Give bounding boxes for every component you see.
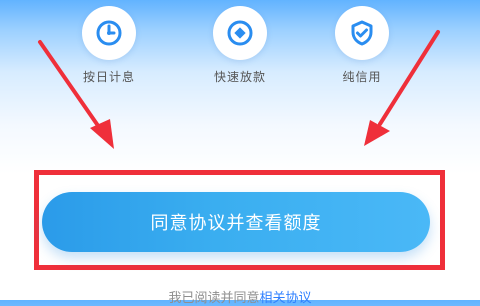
feature-fast-loan: 快速放款 <box>180 6 300 85</box>
agree-and-view-limit-button[interactable]: 同意协议并查看额度 <box>42 192 430 252</box>
agreement-prefix: 我已阅读并同意 <box>168 291 260 306</box>
cta-label: 同意协议并查看额度 <box>150 213 322 234</box>
clock-icon <box>82 6 136 60</box>
feature-interest: 按日计息 <box>49 6 169 85</box>
feature-label: 纯信用 <box>342 70 382 84</box>
feature-label: 快速放款 <box>213 70 266 84</box>
feature-credit: 纯信用 <box>302 6 422 85</box>
agreement-text: 我已阅读并同意相关协议 <box>0 287 480 306</box>
coin-icon <box>213 6 267 60</box>
agreement-link[interactable]: 相关协议 <box>260 291 312 306</box>
shield-check-icon <box>335 6 389 60</box>
features-row: 按日计息 快速放款 纯信用 <box>0 0 480 100</box>
feature-label: 按日计息 <box>82 70 135 84</box>
